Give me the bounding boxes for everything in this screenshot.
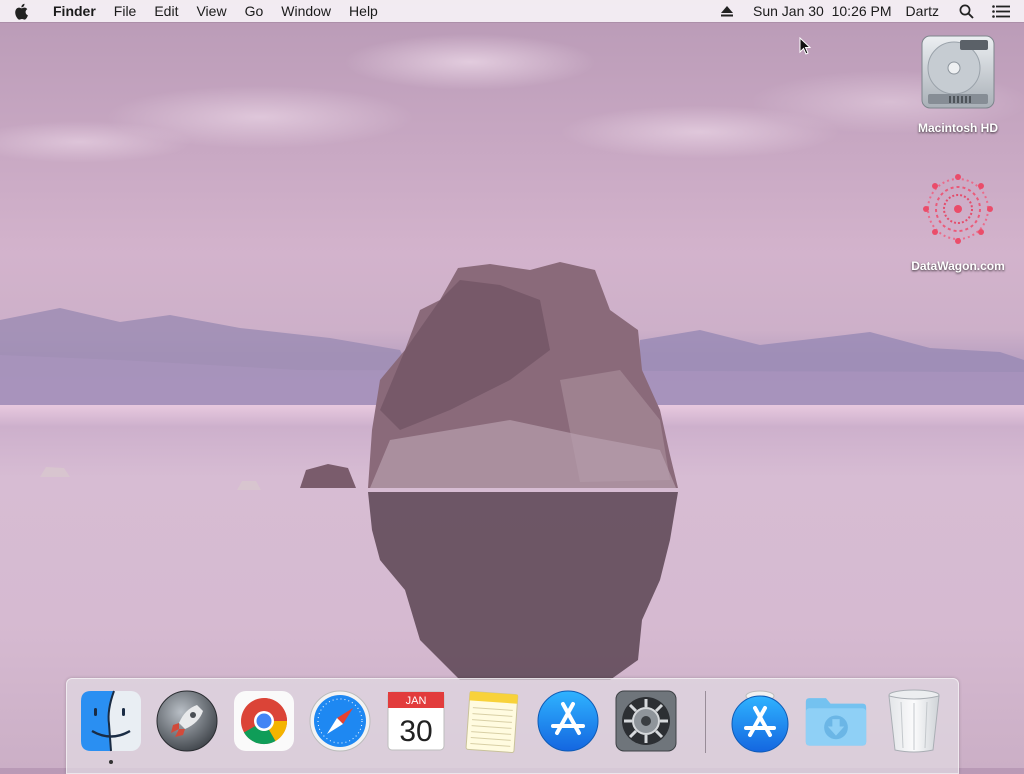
dock-item-notes[interactable] xyxy=(460,688,524,754)
dock-item-app-store-installer[interactable] xyxy=(728,688,792,754)
wallpaper-tiny-rock xyxy=(237,481,261,490)
calendar-month: JAN xyxy=(406,695,427,707)
dock-item-finder[interactable] xyxy=(79,688,143,764)
dock: JAN 30 xyxy=(66,678,959,774)
menu-help[interactable]: Help xyxy=(340,3,387,19)
safari-icon xyxy=(309,690,371,752)
menu-go[interactable]: Go xyxy=(236,3,273,19)
datawagon-logo-icon xyxy=(923,174,993,244)
dock-item-safari[interactable] xyxy=(308,688,372,754)
spotlight-search-icon[interactable] xyxy=(951,4,982,19)
desktop-icon-label: Macintosh HD xyxy=(917,121,998,135)
dock-item-downloads[interactable] xyxy=(804,688,868,754)
calendar-day: 30 xyxy=(399,715,432,748)
mouse-pointer-icon xyxy=(799,37,811,55)
dock-item-launchpad[interactable] xyxy=(155,688,219,754)
app-store-installer-icon xyxy=(731,690,789,753)
finder-icon xyxy=(81,690,141,752)
dock-item-app-store[interactable] xyxy=(536,688,600,754)
dock-item-trash[interactable] xyxy=(882,688,946,754)
desktop-icon-macintosh-hd[interactable]: Macintosh HD xyxy=(903,32,1013,135)
launchpad-icon xyxy=(156,690,218,752)
wallpaper-clouds xyxy=(0,22,1024,222)
menu-edit[interactable]: Edit xyxy=(145,3,187,19)
downloads-folder-icon xyxy=(805,698,867,746)
menu-app-name[interactable]: Finder xyxy=(44,3,105,19)
app-store-icon xyxy=(537,690,599,752)
wallpaper-small-rock xyxy=(300,464,356,488)
trash-icon xyxy=(888,689,940,753)
dock-item-system-preferences[interactable] xyxy=(614,688,678,754)
apple-menu-icon[interactable] xyxy=(14,3,40,20)
notification-center-icon[interactable] xyxy=(982,4,1024,18)
calendar-icon: JAN 30 xyxy=(387,691,445,751)
user-name[interactable]: Dartz xyxy=(900,3,951,19)
dock-item-calendar[interactable]: JAN 30 xyxy=(384,688,448,754)
clock-datetime[interactable]: Sun Jan 30 10:26 PM xyxy=(745,3,900,19)
desktop-icon-label: DataWagon.com xyxy=(911,259,1005,273)
wallpaper-tiny-rock xyxy=(40,467,70,477)
menu-window[interactable]: Window xyxy=(272,3,340,19)
menu-view[interactable]: View xyxy=(187,3,235,19)
chrome-icon xyxy=(234,691,294,751)
system-preferences-icon xyxy=(615,690,677,752)
desktop-icon-datawagon[interactable]: DataWagon.com xyxy=(903,168,1013,273)
menu-bar: Finder File Edit View Go Window Help Sun… xyxy=(0,0,1024,22)
hard-drive-icon xyxy=(921,35,995,109)
eject-icon[interactable] xyxy=(713,5,745,17)
running-indicator xyxy=(109,760,113,764)
dock-separator xyxy=(705,691,706,753)
menu-file[interactable]: File xyxy=(105,3,146,19)
notes-icon xyxy=(465,691,519,753)
dock-item-chrome[interactable] xyxy=(232,688,296,754)
wallpaper-rock xyxy=(368,262,678,680)
